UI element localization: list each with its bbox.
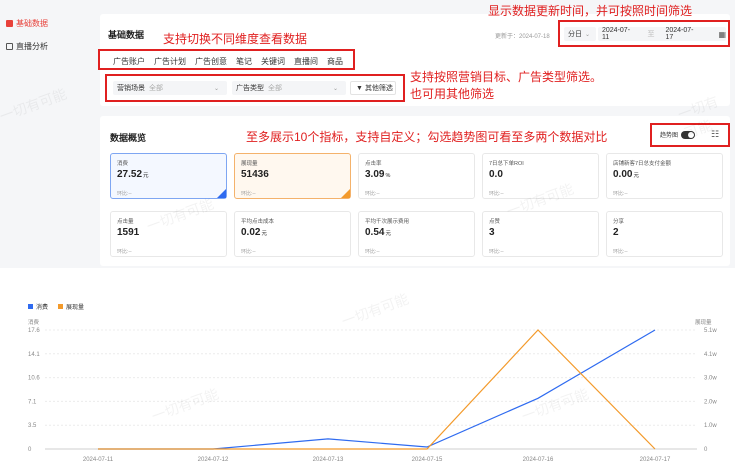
y-tick-left: 3.5 <box>28 423 37 429</box>
x-tick-label: 2024-07-13 <box>312 457 344 463</box>
y-tick-left: 14.1 <box>28 352 40 358</box>
x-tick-label: 2024-07-17 <box>639 457 671 463</box>
y-tick-right: 0 <box>704 447 708 453</box>
y-tick-right: 2.0w <box>704 399 717 405</box>
y-tick-left: 17.6 <box>28 328 40 334</box>
y-tick-left: 0 <box>28 447 32 453</box>
series-line-spend <box>98 329 656 450</box>
x-tick-label: 2024-07-11 <box>82 457 114 463</box>
y-tick-right: 1.0w <box>704 423 717 429</box>
series-line-impressions <box>98 329 656 450</box>
y-tick-right: 4.1w <box>704 352 717 358</box>
y-tick-right: 3.0w <box>704 376 717 382</box>
y-tick-left: 7.1 <box>28 399 37 405</box>
trend-chart: 17.6 5.1w 14.1 4.1w 10.6 3.0w 7.1 2.0w 3.5 1.0w 0 0 <box>28 328 717 453</box>
y-tick-right: 5.1w <box>704 328 717 334</box>
x-tick-label: 2024-07-15 <box>411 457 443 463</box>
x-tick-label: 2024-07-16 <box>522 457 554 463</box>
y-tick-left: 10.6 <box>28 376 40 382</box>
x-tick-label: 2024-07-12 <box>197 457 229 463</box>
